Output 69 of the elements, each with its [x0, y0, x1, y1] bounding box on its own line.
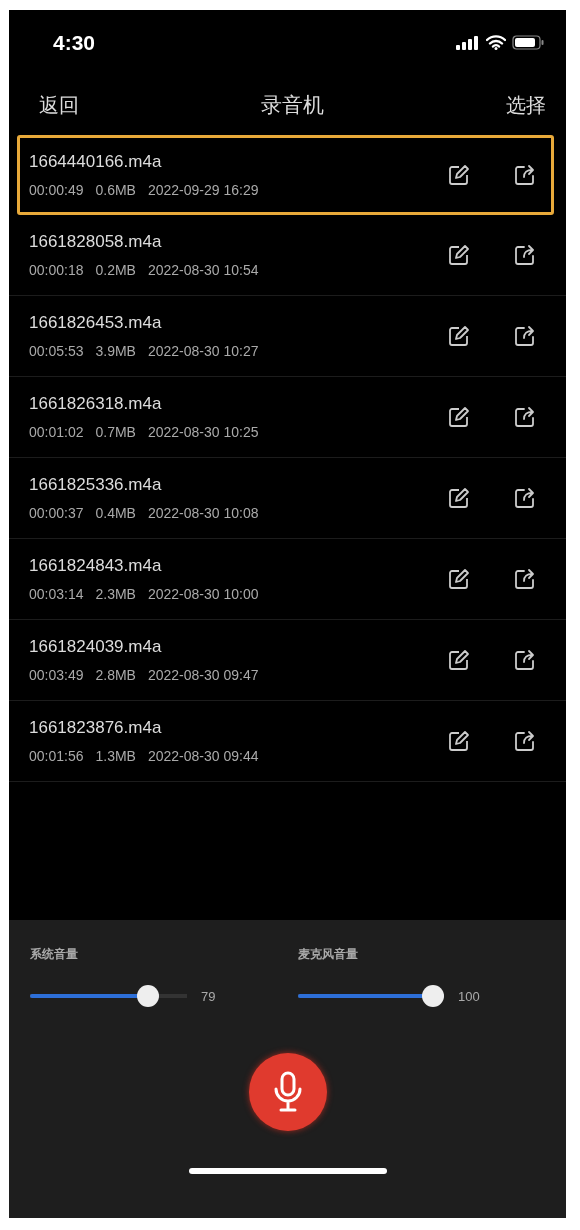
duration: 00:00:18 — [29, 262, 84, 278]
battery-icon — [512, 35, 544, 50]
file-name: 1661824843.m4a — [29, 556, 163, 576]
file-name: 1661828058.m4a — [29, 232, 163, 252]
date-time: 2022-08-30 10:25 — [147, 424, 259, 440]
date-time: 2022-09-29 16:29 — [147, 182, 259, 198]
file-size: 0.4MB — [95, 505, 136, 521]
file-name: 1664440166.m4a — [29, 152, 163, 172]
duration: 00:01:02 — [29, 424, 84, 440]
page-title: 录音机 — [261, 92, 324, 119]
duration: 00:03:14 — [29, 586, 84, 602]
edit-icon[interactable] — [448, 325, 470, 347]
edit-icon[interactable] — [448, 406, 470, 428]
share-icon[interactable] — [514, 487, 536, 509]
duration: 00:03:49 — [29, 667, 84, 683]
microphone-icon — [272, 1071, 303, 1113]
file-name: 1661825336.m4a — [29, 475, 163, 495]
recording-row[interactable]: 1661824039.m4a 00:03:49 2.8MB 2022-08-30 09:47 — [9, 620, 566, 701]
recording-row[interactable]: 1661826453.m4a 00:05:53 3.9MB 2022-08-30 10:27 — [9, 296, 566, 377]
file-name: 1661824039.m4a — [29, 637, 163, 657]
share-icon[interactable] — [514, 730, 536, 752]
date-time: 2022-08-30 09:47 — [147, 667, 259, 683]
volume-label: 系统音量 — [30, 946, 79, 963]
edit-icon[interactable] — [448, 487, 470, 509]
edit-icon[interactable] — [448, 244, 470, 266]
share-icon[interactable] — [514, 568, 536, 590]
signal-icon — [456, 35, 480, 50]
select-button[interactable]: 选择 — [506, 91, 546, 119]
duration: 00:05:53 — [29, 343, 84, 359]
duration: 00:00:37 — [29, 505, 84, 521]
date-time: 2022-08-30 10:08 — [147, 505, 259, 521]
file-size: 2.8MB — [95, 667, 136, 683]
file-size: 0.2MB — [95, 262, 136, 278]
recording-row[interactable]: 1661824843.m4a 00:03:14 2.3MB 2022-08-30 10:00 — [9, 539, 566, 620]
record-button[interactable] — [248, 1053, 327, 1131]
file-size: 0.6MB — [95, 182, 136, 198]
share-icon[interactable] — [514, 244, 536, 266]
recording-row[interactable]: 1661823876.m4a 00:01:56 1.3MB 2022-08-30 09:44 — [9, 701, 566, 782]
volume-value: 79 — [201, 988, 216, 1004]
date-time: 2022-08-30 10:00 — [147, 586, 259, 602]
edit-icon[interactable] — [448, 568, 470, 590]
duration: 00:00:49 — [29, 182, 84, 198]
edit-icon[interactable] — [448, 164, 470, 186]
file-size: 2.3MB — [95, 586, 136, 602]
recording-row[interactable]: 1661826318.m4a 00:01:02 0.7MB 2022-08-30 10:25 — [9, 377, 566, 458]
file-name: 1661826453.m4a — [29, 313, 163, 333]
edit-icon[interactable] — [448, 649, 470, 671]
file-name: 1661823876.m4a — [29, 718, 163, 738]
date-time: 2022-08-30 09:44 — [147, 748, 259, 764]
volume-value: 100 — [458, 988, 480, 1004]
volume-label: 麦克风音量 — [298, 946, 359, 963]
share-icon[interactable] — [514, 406, 536, 428]
share-icon[interactable] — [514, 649, 536, 671]
share-icon[interactable] — [514, 164, 536, 186]
status-time: 4:30 — [53, 30, 96, 55]
file-size: 0.7MB — [95, 424, 136, 440]
recording-row[interactable]: 1661825336.m4a 00:00:37 0.4MB 2022-08-30 10:08 — [9, 458, 566, 539]
back-button[interactable]: 返回 — [39, 91, 79, 119]
wifi-icon — [486, 35, 506, 50]
edit-icon[interactable] — [448, 730, 470, 752]
duration: 00:01:56 — [29, 748, 84, 764]
date-time: 2022-08-30 10:54 — [147, 262, 259, 278]
share-icon[interactable] — [514, 325, 536, 347]
file-size: 1.3MB — [95, 748, 136, 764]
file-size: 3.9MB — [95, 343, 136, 359]
date-time: 2022-08-30 10:27 — [147, 343, 259, 359]
recording-row[interactable]: 1664440166.m4a 00:00:49 0.6MB 2022-09-29 16:29 — [17, 135, 554, 215]
file-name: 1661826318.m4a — [29, 394, 163, 414]
recording-row[interactable]: 1661828058.m4a 00:00:18 0.2MB 2022-08-30 10:54 — [9, 215, 566, 296]
